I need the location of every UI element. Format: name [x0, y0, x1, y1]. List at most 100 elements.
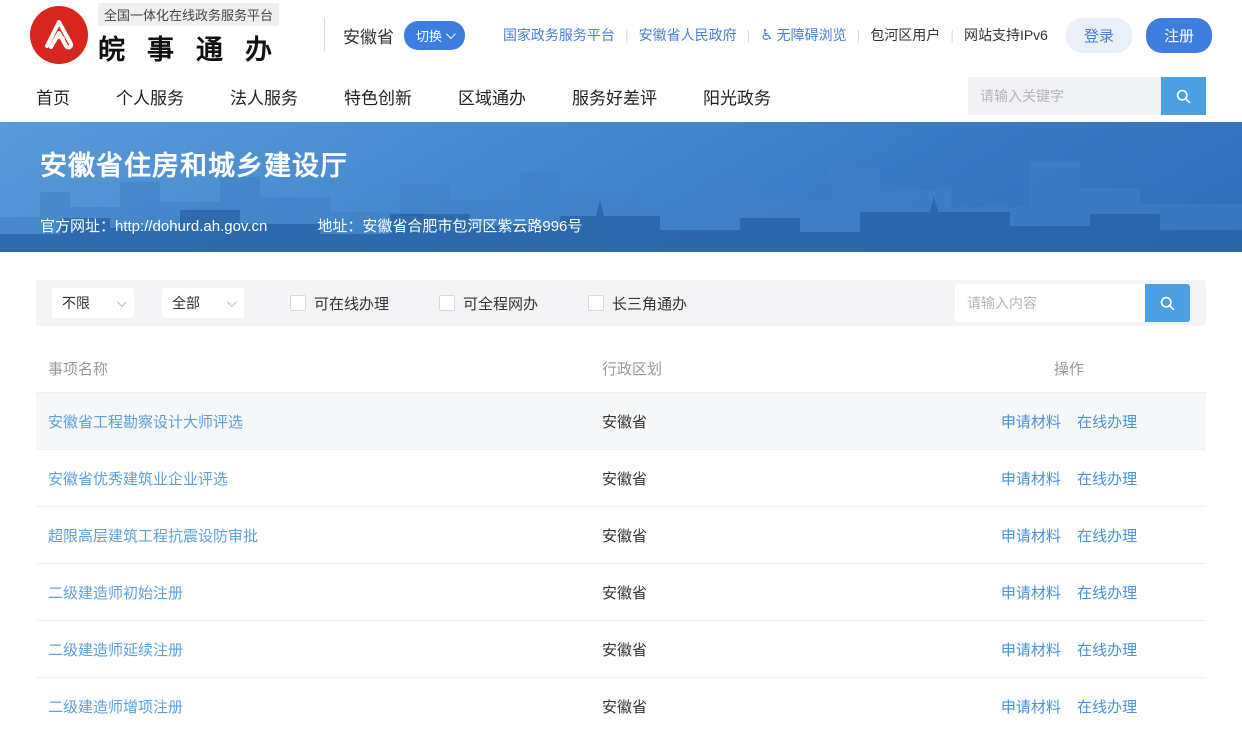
online-handle-link[interactable]: 在线办理: [1077, 699, 1137, 716]
service-name-link[interactable]: 安徽省优秀建筑业企业评选: [48, 471, 228, 488]
checkbox-icon[interactable]: [439, 295, 455, 311]
banner-content: 安徽省住房和城乡建设厅 官方网址：http://dohurd.ah.gov.cn…: [0, 122, 1242, 236]
apply-materials-link[interactable]: 申请材料: [1001, 585, 1061, 602]
filter-bar: 不限 全部 可在线办理 可全程网办 长三角通办: [36, 280, 1206, 326]
apply-materials-link[interactable]: 申请材料: [1001, 528, 1061, 545]
apply-materials-link[interactable]: 申请材料: [1001, 642, 1061, 659]
region-cell: 安徽省: [602, 411, 932, 432]
online-handle-link[interactable]: 在线办理: [1077, 642, 1137, 659]
header-actions: 操作: [932, 358, 1206, 379]
search-icon: [1159, 295, 1176, 312]
link-national-platform[interactable]: 国家政务服务平台: [503, 25, 615, 45]
nav-item-regional[interactable]: 区域通办: [458, 84, 526, 109]
online-handle-link[interactable]: 在线办理: [1077, 528, 1137, 545]
table-row: 二级建造师增项注册 安徽省 申请材料 在线办理: [36, 677, 1206, 734]
type-select-value: 全部: [172, 293, 200, 313]
divider: |: [857, 27, 861, 43]
checkbox-icon[interactable]: [290, 295, 306, 311]
table-header-row: 事项名称 行政区划 操作: [36, 344, 1206, 392]
nav-item-personal[interactable]: 个人服务: [116, 84, 184, 109]
nav-item-home[interactable]: 首页: [36, 84, 70, 109]
online-handle-link[interactable]: 在线办理: [1077, 585, 1137, 602]
header-service-name: 事项名称: [36, 358, 602, 379]
table-row: 安徽省工程勘察设计大师评选 安徽省 申请材料 在线办理: [36, 392, 1206, 449]
main-nav: 首页 个人服务 法人服务 特色创新 区域通办 服务好差评 阳光政务: [0, 70, 1242, 122]
header-search-input[interactable]: [968, 77, 1161, 115]
apply-materials-link[interactable]: 申请材料: [1001, 471, 1061, 488]
main-content: 不限 全部 可在线办理 可全程网办 长三角通办: [0, 252, 1242, 734]
link-anhui-gov[interactable]: 安徽省人民政府: [639, 25, 737, 45]
ipv6-label: 网站支持IPv6: [964, 25, 1048, 45]
checkbox-icon[interactable]: [588, 295, 604, 311]
region-cell: 安徽省: [602, 582, 932, 603]
online-handle-link[interactable]: 在线办理: [1077, 414, 1137, 431]
region-cell: 安徽省: [602, 525, 932, 546]
checkbox-online[interactable]: 可在线办理: [290, 293, 389, 314]
top-bar: 全国一体化在线政务服务平台 皖事通办 安徽省 切换 国家政务服务平台 | 安徽省…: [0, 0, 1242, 70]
checkbox-yangtze-delta-label: 长三角通办: [612, 293, 687, 314]
table-row: 二级建造师延续注册 安徽省 申请材料 在线办理: [36, 620, 1206, 677]
table-body: 安徽省工程勘察设计大师评选 安徽省 申请材料 在线办理 安徽省优秀建筑业企业评选…: [36, 392, 1206, 734]
filter-checkboxes: 可在线办理 可全程网办 长三角通办: [290, 293, 687, 314]
services-table: 事项名称 行政区划 操作 安徽省工程勘察设计大师评选 安徽省 申请材料 在线办理…: [36, 344, 1206, 734]
online-handle-link[interactable]: 在线办理: [1077, 471, 1137, 488]
chevron-down-icon: [446, 29, 456, 39]
table-row: 超限高层建筑工程抗震设防审批 安徽省 申请材料 在线办理: [36, 506, 1206, 563]
header-region: 行政区划: [602, 358, 932, 379]
nav-items: 首页 个人服务 法人服务 特色创新 区域通办 服务好差评 阳光政务: [36, 84, 771, 109]
checkbox-yangtze-delta[interactable]: 长三角通办: [588, 293, 687, 314]
apply-materials-link[interactable]: 申请材料: [1001, 414, 1061, 431]
link-accessibility[interactable]: ♿无障碍浏览: [760, 25, 846, 45]
current-region-label: 安徽省: [343, 23, 394, 48]
service-name-link[interactable]: 安徽省工程勘察设计大师评选: [48, 414, 243, 431]
department-meta: 官方网址：http://dohurd.ah.gov.cn 地址：安徽省合肥市包河…: [40, 215, 1202, 236]
nav-item-evaluation[interactable]: 服务好差评: [572, 84, 657, 109]
filter-search: [955, 284, 1190, 322]
platform-badge: 全国一体化在线政务服务平台: [98, 3, 279, 26]
link-baohe-user[interactable]: 包河区用户: [870, 25, 940, 45]
official-website: 官方网址：http://dohurd.ah.gov.cn: [40, 215, 267, 236]
accessibility-label: 无障碍浏览: [777, 27, 847, 43]
register-button[interactable]: 注册: [1146, 18, 1212, 53]
region-cell: 安徽省: [602, 696, 932, 717]
service-name-link[interactable]: 二级建造师增项注册: [48, 699, 183, 716]
top-links: 国家政务服务平台 | 安徽省人民政府 | ♿无障碍浏览 | 包河区用户 | 网站…: [503, 18, 1212, 53]
region-select[interactable]: 不限: [52, 288, 134, 318]
type-select[interactable]: 全部: [162, 288, 244, 318]
filter-search-button[interactable]: [1145, 284, 1190, 322]
divider: [324, 18, 325, 52]
region-cell: 安徽省: [602, 639, 932, 660]
checkbox-online-label: 可在线办理: [314, 293, 389, 314]
service-name-link[interactable]: 二级建造师初始注册: [48, 585, 183, 602]
nav-item-innovation[interactable]: 特色创新: [344, 84, 412, 109]
switch-label: 切换: [416, 26, 442, 45]
login-button[interactable]: 登录: [1066, 18, 1132, 53]
search-icon: [1175, 88, 1192, 105]
department-banner: 安徽省住房和城乡建设厅 官方网址：http://dohurd.ah.gov.cn…: [0, 122, 1242, 252]
region-cell: 安徽省: [602, 468, 932, 489]
checkbox-full-online-label: 可全程网办: [463, 293, 538, 314]
divider: |: [625, 27, 629, 43]
site-logo[interactable]: [30, 6, 88, 64]
department-address: 地址：安徽省合肥市包河区紫云路996号: [317, 215, 582, 236]
nav-item-sunshine[interactable]: 阳光政务: [703, 84, 771, 109]
department-title: 安徽省住房和城乡建设厅: [40, 144, 1202, 183]
divider: |: [747, 27, 751, 43]
table-row: 安徽省优秀建筑业企业评选 安徽省 申请材料 在线办理: [36, 449, 1206, 506]
table-row: 二级建造师初始注册 安徽省 申请材料 在线办理: [36, 563, 1206, 620]
chevron-down-icon: [117, 297, 127, 307]
service-name-link[interactable]: 二级建造师延续注册: [48, 642, 183, 659]
nav-item-legal[interactable]: 法人服务: [230, 84, 298, 109]
checkbox-full-online[interactable]: 可全程网办: [439, 293, 538, 314]
filter-search-input[interactable]: [955, 284, 1145, 322]
accessibility-icon: ♿: [760, 27, 773, 44]
service-name-link[interactable]: 超限高层建筑工程抗震设防审批: [48, 528, 258, 545]
region-select-value: 不限: [62, 293, 90, 313]
divider: |: [950, 27, 954, 43]
apply-materials-link[interactable]: 申请材料: [1001, 699, 1061, 716]
header-search: [968, 77, 1206, 115]
site-title: 皖事通办: [98, 28, 298, 67]
region-switch-button[interactable]: 切换: [404, 21, 465, 50]
brand-block: 全国一体化在线政务服务平台 皖事通办: [98, 3, 298, 67]
header-search-button[interactable]: [1161, 77, 1206, 115]
